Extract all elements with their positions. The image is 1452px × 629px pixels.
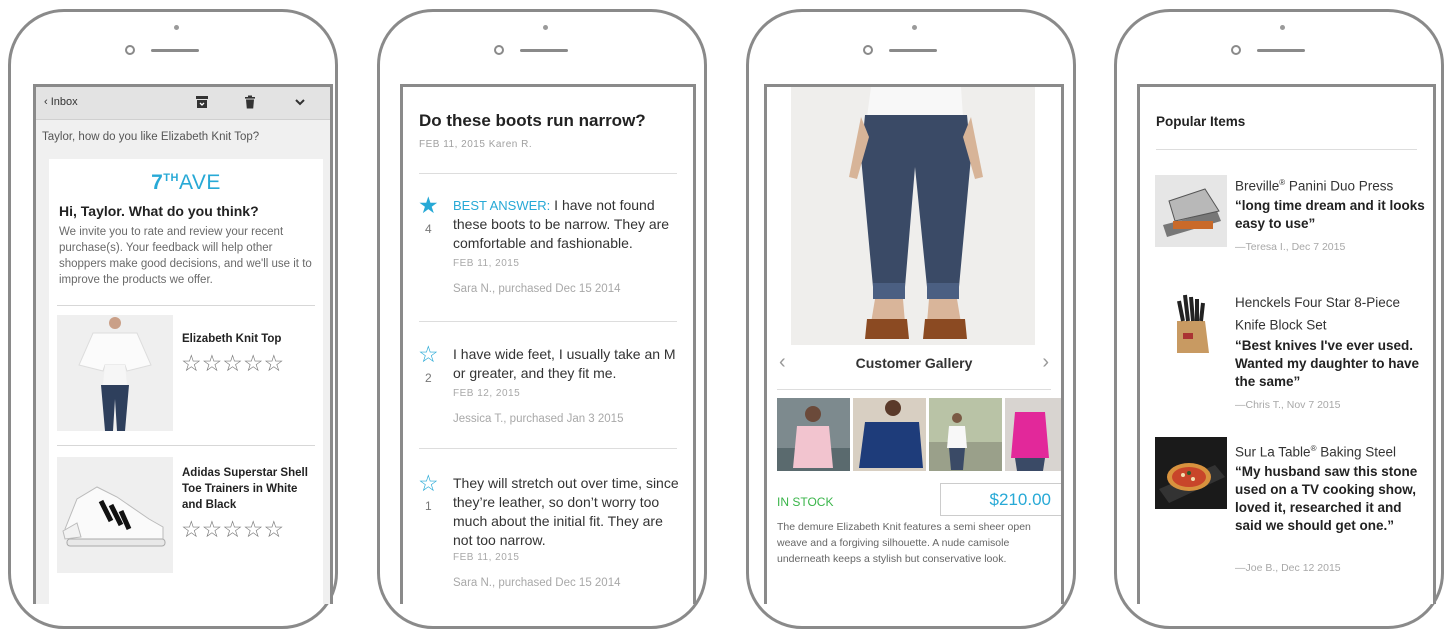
speaker-grille bbox=[520, 49, 568, 52]
question-meta: FEB 11, 2015 Karen R. bbox=[419, 139, 533, 150]
price-value: $210.00 bbox=[989, 490, 1051, 509]
rating-stars-input[interactable]: ☆☆☆☆☆ bbox=[181, 351, 284, 375]
divider bbox=[1156, 149, 1417, 150]
answer-author: Sara N., purchased Dec 15 2014 bbox=[453, 577, 621, 589]
brand-logo: 7THAVE bbox=[151, 171, 221, 194]
answer-date: FEB 12, 2015 bbox=[453, 388, 521, 399]
question-title: Do these boots run narrow? bbox=[419, 111, 646, 130]
answer-author: Sara N., purchased Dec 15 2014 bbox=[453, 283, 621, 295]
baking-steel-image[interactable] bbox=[1155, 437, 1227, 509]
gallery-thumbnail[interactable] bbox=[853, 398, 926, 471]
mail-toolbar: ‹ Inbox bbox=[36, 87, 330, 120]
divider bbox=[419, 448, 677, 449]
trash-icon[interactable] bbox=[243, 95, 257, 109]
popular-items-screen: Popular Items Breville® Panini Duo Press… bbox=[1137, 84, 1436, 604]
phone-frame-2: Do these boots run narrow? FEB 11, 2015 … bbox=[377, 9, 707, 629]
product-name: Elizabeth Knit Top bbox=[182, 333, 282, 345]
item-name: Breville® Panini Duo Press bbox=[1235, 178, 1394, 194]
greeting-heading: Hi, Taylor. What do you think? bbox=[59, 203, 259, 219]
sensor-dot bbox=[912, 25, 917, 30]
knit-top-product-image[interactable] bbox=[57, 315, 173, 431]
camera-icon bbox=[1231, 45, 1241, 55]
camera-icon bbox=[863, 45, 873, 55]
price-box: $210.00 bbox=[940, 483, 1061, 516]
email-subject: Taylor, how do you like Elizabeth Knit T… bbox=[42, 131, 260, 143]
divider bbox=[777, 389, 1051, 390]
sensor-dot bbox=[174, 25, 179, 30]
answer-date: FEB 11, 2015 bbox=[453, 552, 520, 563]
panini-press-image[interactable] bbox=[1155, 175, 1227, 247]
invite-text: We invite you to rate and review your re… bbox=[59, 226, 312, 286]
gallery-next-button[interactable]: › bbox=[1042, 351, 1049, 374]
camera-icon bbox=[125, 45, 135, 55]
email-card: 7THAVE Hi, Taylor. What do you think? We… bbox=[49, 159, 323, 604]
product-description: The demure Elizabeth Knit features a sem… bbox=[777, 521, 1031, 565]
answer-text: BEST ANSWER: I have not found these boot… bbox=[453, 197, 670, 251]
phone-frame-3: ‹ Customer Gallery › IN STOCK $210.00 Th… bbox=[746, 9, 1076, 629]
rating-stars-input[interactable]: ☆☆☆☆☆ bbox=[181, 517, 284, 541]
item-reviewer: —Joe B., Dec 12 2015 bbox=[1235, 562, 1341, 574]
archive-icon[interactable] bbox=[195, 95, 209, 109]
product-screen: ‹ Customer Gallery › IN STOCK $210.00 Th… bbox=[764, 84, 1064, 604]
divider bbox=[419, 321, 677, 322]
speaker-grille bbox=[1257, 49, 1305, 52]
sneaker-product-image[interactable] bbox=[57, 457, 173, 573]
phone-frame-1: ‹ Inbox Taylor, how do you like Elizabet… bbox=[8, 9, 338, 629]
star-icon[interactable]: ☆ bbox=[418, 471, 439, 495]
email-screen: ‹ Inbox Taylor, how do you like Elizabet… bbox=[33, 84, 333, 604]
item-reviewer: —Chris T., Nov 7 2015 bbox=[1235, 399, 1341, 411]
vote-count: 4 bbox=[425, 222, 432, 236]
answer-text: They will stretch out over time, since t… bbox=[453, 475, 679, 548]
item-review-quote: “Best knives I've ever used. Wanted my d… bbox=[1235, 338, 1420, 389]
product-name: Adidas Superstar Shell Toe Trainers in W… bbox=[182, 467, 308, 511]
star-icon[interactable]: ★ bbox=[418, 193, 439, 217]
chevron-left-icon: ‹ bbox=[44, 96, 51, 108]
knife-block-image[interactable] bbox=[1155, 291, 1227, 355]
gallery-thumbnail[interactable] bbox=[777, 398, 850, 471]
divider bbox=[57, 305, 315, 306]
item-review-quote: “My husband saw this stone used on a TV … bbox=[1235, 464, 1418, 533]
qa-screen: Do these boots run narrow? FEB 11, 2015 … bbox=[400, 84, 696, 604]
camera-icon bbox=[494, 45, 504, 55]
divider bbox=[57, 445, 315, 446]
divider bbox=[419, 173, 677, 174]
back-to-inbox-button[interactable]: ‹ Inbox bbox=[44, 96, 78, 108]
chevron-down-icon[interactable] bbox=[293, 95, 307, 109]
sensor-dot bbox=[1280, 25, 1285, 30]
section-title: Popular Items bbox=[1156, 114, 1246, 129]
item-name: Sur La Table® Baking Steel bbox=[1235, 444, 1397, 460]
speaker-grille bbox=[889, 49, 937, 52]
item-review-quote: “long time dream and it looks easy to us… bbox=[1235, 198, 1425, 231]
gallery-title: Customer Gallery bbox=[855, 355, 973, 371]
star-icon[interactable]: ☆ bbox=[418, 342, 439, 366]
item-name: Henckels Four Star 8-Piece Knife Block S… bbox=[1235, 295, 1401, 333]
gallery-thumbnail[interactable] bbox=[1005, 398, 1064, 471]
answer-date: FEB 11, 2015 bbox=[453, 258, 520, 269]
phone-frame-4: Popular Items Breville® Panini Duo Press… bbox=[1114, 9, 1444, 629]
product-hero-image[interactable] bbox=[791, 87, 1035, 345]
answer-text: I have wide feet, I usually take an M or… bbox=[453, 346, 676, 381]
answer-author: Jessica T., purchased Jan 3 2015 bbox=[453, 413, 624, 425]
vote-count: 2 bbox=[425, 371, 432, 385]
best-answer-label: BEST ANSWER: bbox=[453, 198, 551, 213]
gallery-thumbnail[interactable] bbox=[929, 398, 1002, 471]
item-reviewer: —Teresa I., Dec 7 2015 bbox=[1235, 241, 1346, 253]
stock-status: IN STOCK bbox=[777, 495, 834, 509]
sensor-dot bbox=[543, 25, 548, 30]
speaker-grille bbox=[151, 49, 199, 52]
vote-count: 1 bbox=[425, 499, 432, 513]
